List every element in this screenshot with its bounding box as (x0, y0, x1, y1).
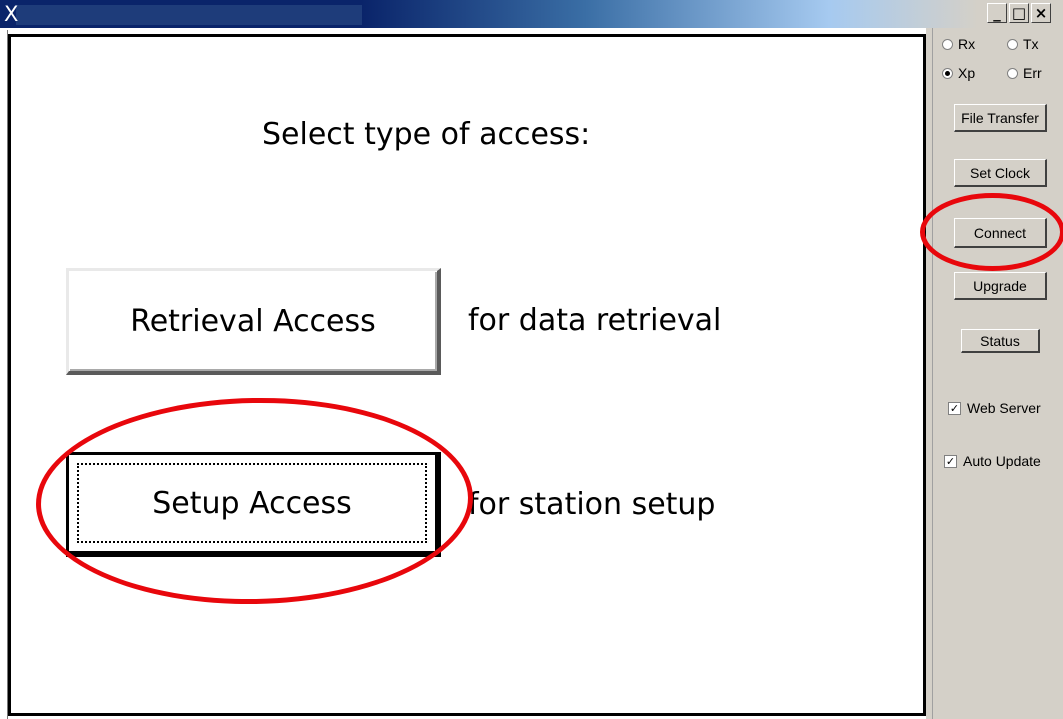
setup-access-button[interactable]: Setup Access (66, 452, 441, 557)
upgrade-button[interactable]: Upgrade (954, 272, 1047, 300)
app-icon: X (4, 2, 19, 26)
title-bar[interactable]: X _ □ × (0, 0, 1063, 28)
set-clock-button[interactable]: Set Clock (954, 159, 1047, 187)
status-button[interactable]: Status (961, 329, 1040, 353)
web-server-checkbox[interactable]: ✓ Web Server (948, 400, 1041, 416)
minimize-button[interactable]: _ (987, 3, 1007, 23)
radio-xp-indicator[interactable] (942, 67, 953, 79)
radio-tx-label: Tx (1023, 36, 1039, 52)
auto-update-check-icon[interactable]: ✓ (944, 454, 957, 468)
file-transfer-button[interactable]: File Transfer (954, 104, 1047, 132)
sidebar-divider (932, 28, 933, 719)
radio-rx[interactable]: Rx (942, 36, 975, 52)
maximize-button[interactable]: □ (1009, 3, 1029, 23)
radio-err-indicator[interactable] (1007, 67, 1018, 79)
auto-update-checkbox[interactable]: ✓ Auto Update (944, 453, 1041, 469)
radio-xp[interactable]: Xp (942, 65, 975, 81)
radio-err[interactable]: Err (1007, 65, 1042, 81)
close-button[interactable]: × (1031, 3, 1051, 23)
retrieval-access-button[interactable]: Retrieval Access (66, 268, 441, 375)
page-title: Select type of access: (262, 117, 591, 152)
left-window-edge (0, 30, 8, 719)
auto-update-label: Auto Update (963, 453, 1041, 469)
radio-tx-indicator[interactable] (1007, 38, 1018, 50)
setup-description: for station setup (468, 487, 716, 522)
window-title-area (16, 5, 362, 25)
radio-rx-indicator[interactable] (942, 38, 953, 50)
radio-tx[interactable]: Tx (1007, 36, 1039, 52)
connect-button[interactable]: Connect (954, 218, 1047, 248)
focus-rectangle (77, 463, 427, 543)
web-server-label: Web Server (967, 400, 1041, 416)
radio-rx-label: Rx (958, 36, 976, 52)
web-server-check-icon[interactable]: ✓ (948, 401, 961, 415)
radio-err-label: Err (1023, 65, 1042, 81)
radio-xp-label: Xp (958, 65, 976, 81)
retrieval-description: for data retrieval (468, 303, 722, 338)
